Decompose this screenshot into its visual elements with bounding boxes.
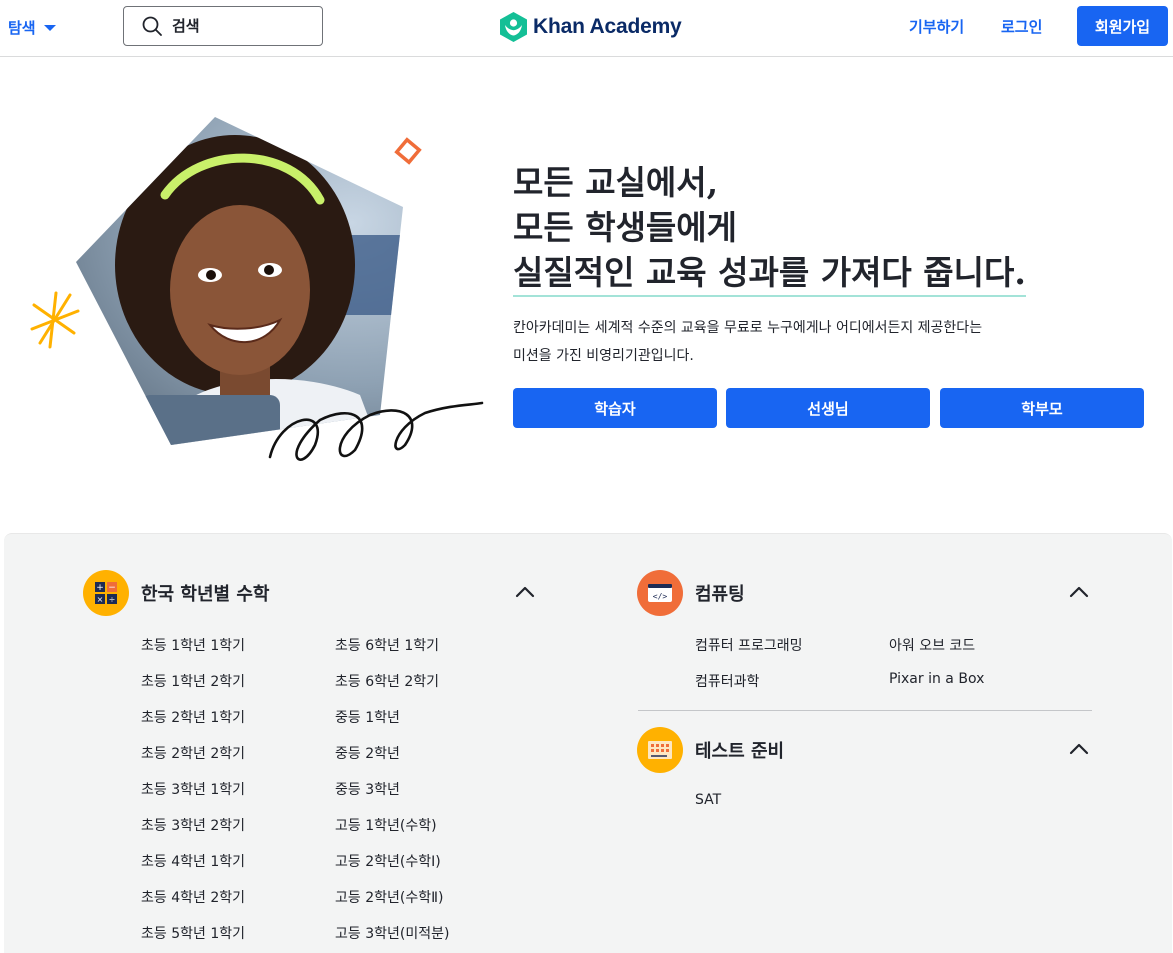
chevron-up-icon[interactable] (1068, 738, 1090, 760)
computing-link-cs[interactable]: 컴퓨터과학 (695, 671, 759, 691)
hero-title-line-3: 실질적인 교육 성과를 가져다 줍니다. (513, 250, 1026, 297)
computing-link-pixar[interactable]: Pixar in a Box (889, 671, 984, 687)
math-calculator-icon: + − × ÷ (83, 570, 129, 616)
hero-student-image (30, 117, 484, 461)
korean-math-section-header[interactable]: + − × ÷ 한국 학년별 수학 (83, 570, 269, 616)
test-prep-link-sat[interactable]: SAT (695, 792, 721, 808)
math-link-elem-1-1[interactable]: 초등 1학년 1학기 (141, 635, 245, 655)
math-link-high-1[interactable]: 고등 1학년(수학) (335, 815, 437, 835)
math-link-elem-4-1[interactable]: 초등 4학년 1학기 (141, 851, 245, 871)
search-box[interactable] (123, 6, 323, 46)
svg-text:</>: </> (653, 592, 668, 601)
answer-sheet-icon (637, 727, 683, 773)
learner-button[interactable]: 학습자 (513, 388, 717, 428)
chevron-up-icon[interactable] (514, 581, 536, 603)
math-link-elem-5-1[interactable]: 초등 5학년 1학기 (141, 923, 245, 943)
korean-math-title: 한국 학년별 수학 (141, 584, 270, 605)
math-link-middle-2[interactable]: 중등 2학년 (335, 743, 400, 763)
math-link-elem-6-1[interactable]: 초등 6학년 1학기 (335, 635, 439, 655)
signup-button[interactable]: 회원가입 (1077, 6, 1168, 46)
computing-title: 컴퓨팅 (695, 584, 745, 605)
logo-text: Khan Academy (533, 15, 682, 38)
section-divider (638, 710, 1092, 711)
math-link-elem-2-1[interactable]: 초등 2학년 1학기 (141, 707, 245, 727)
svg-text:÷: ÷ (109, 595, 116, 604)
computing-link-hour-of-code[interactable]: 아워 오브 코드 (889, 635, 975, 655)
search-input[interactable] (172, 17, 302, 35)
top-nav-bar: 탐색 Khan Academy 기부하기 로그인 회원가입 (0, 0, 1173, 57)
svg-text:×: × (97, 595, 104, 604)
math-link-high-2-math2[interactable]: 고등 2학년(수학Ⅱ) (335, 887, 443, 907)
math-link-elem-3-2[interactable]: 초등 3학년 2학기 (141, 815, 245, 835)
explore-label: 탐색 (8, 18, 36, 37)
computing-section-header[interactable]: </> 컴퓨팅 (637, 570, 745, 616)
math-link-high-2-math1[interactable]: 고등 2학년(수학Ⅰ) (335, 851, 441, 871)
math-link-high-3-calculus[interactable]: 고등 3학년(미적분) (335, 923, 449, 943)
caret-down-icon (43, 25, 56, 31)
hero-description-line-2: 미션을 가진 비영리기관입니다. (513, 348, 694, 364)
hero-title-line-2: 모든 학생들에게 (513, 208, 738, 247)
code-window-icon: </> (637, 570, 683, 616)
khan-hexagon-logo-icon (500, 12, 527, 42)
explore-menu-button[interactable]: 탐색 (8, 15, 56, 39)
teacher-button[interactable]: 선생님 (726, 388, 930, 428)
math-link-middle-3[interactable]: 중등 3학년 (335, 779, 400, 799)
hero-description: 칸아카데미는 세계적 수준의 교육을 무료로 누구에게나 어디에서든지 제공한다… (513, 314, 1073, 370)
donate-link[interactable]: 기부하기 (909, 16, 964, 37)
math-link-elem-6-2[interactable]: 초등 6학년 2학기 (335, 671, 439, 691)
computing-link-programming[interactable]: 컴퓨터 프로그래밍 (695, 635, 803, 655)
subjects-panel: + − × ÷ 한국 학년별 수학 초등 1학년 1학기 초등 1학년 2학기 … (4, 533, 1172, 953)
math-link-elem-1-2[interactable]: 초등 1학년 2학기 (141, 671, 245, 691)
login-link[interactable]: 로그인 (1001, 16, 1042, 37)
parent-button[interactable]: 학부모 (940, 388, 1144, 428)
search-icon (142, 16, 162, 36)
test-prep-section-header[interactable]: 테스트 준비 (637, 727, 784, 773)
test-prep-title: 테스트 준비 (695, 741, 785, 762)
khan-academy-logo[interactable]: Khan Academy (500, 12, 682, 42)
math-link-elem-4-2[interactable]: 초등 4학년 2학기 (141, 887, 245, 907)
math-link-middle-1[interactable]: 중등 1학년 (335, 707, 400, 727)
chevron-up-icon[interactable] (1068, 581, 1090, 603)
hero-description-line-1: 칸아카데미는 세계적 수준의 교육을 무료로 누구에게나 어디에서든지 제공한다… (513, 320, 983, 336)
svg-text:−: − (108, 583, 116, 593)
hero-title: 모든 교실에서, 모든 학생들에게 실질적인 교육 성과를 가져다 줍니다. (513, 160, 1026, 297)
math-link-elem-3-1[interactable]: 초등 3학년 1학기 (141, 779, 245, 799)
math-link-elem-2-2[interactable]: 초등 2학년 2학기 (141, 743, 245, 763)
svg-text:+: + (96, 583, 104, 593)
hero-title-line-1: 모든 교실에서, (513, 163, 719, 202)
